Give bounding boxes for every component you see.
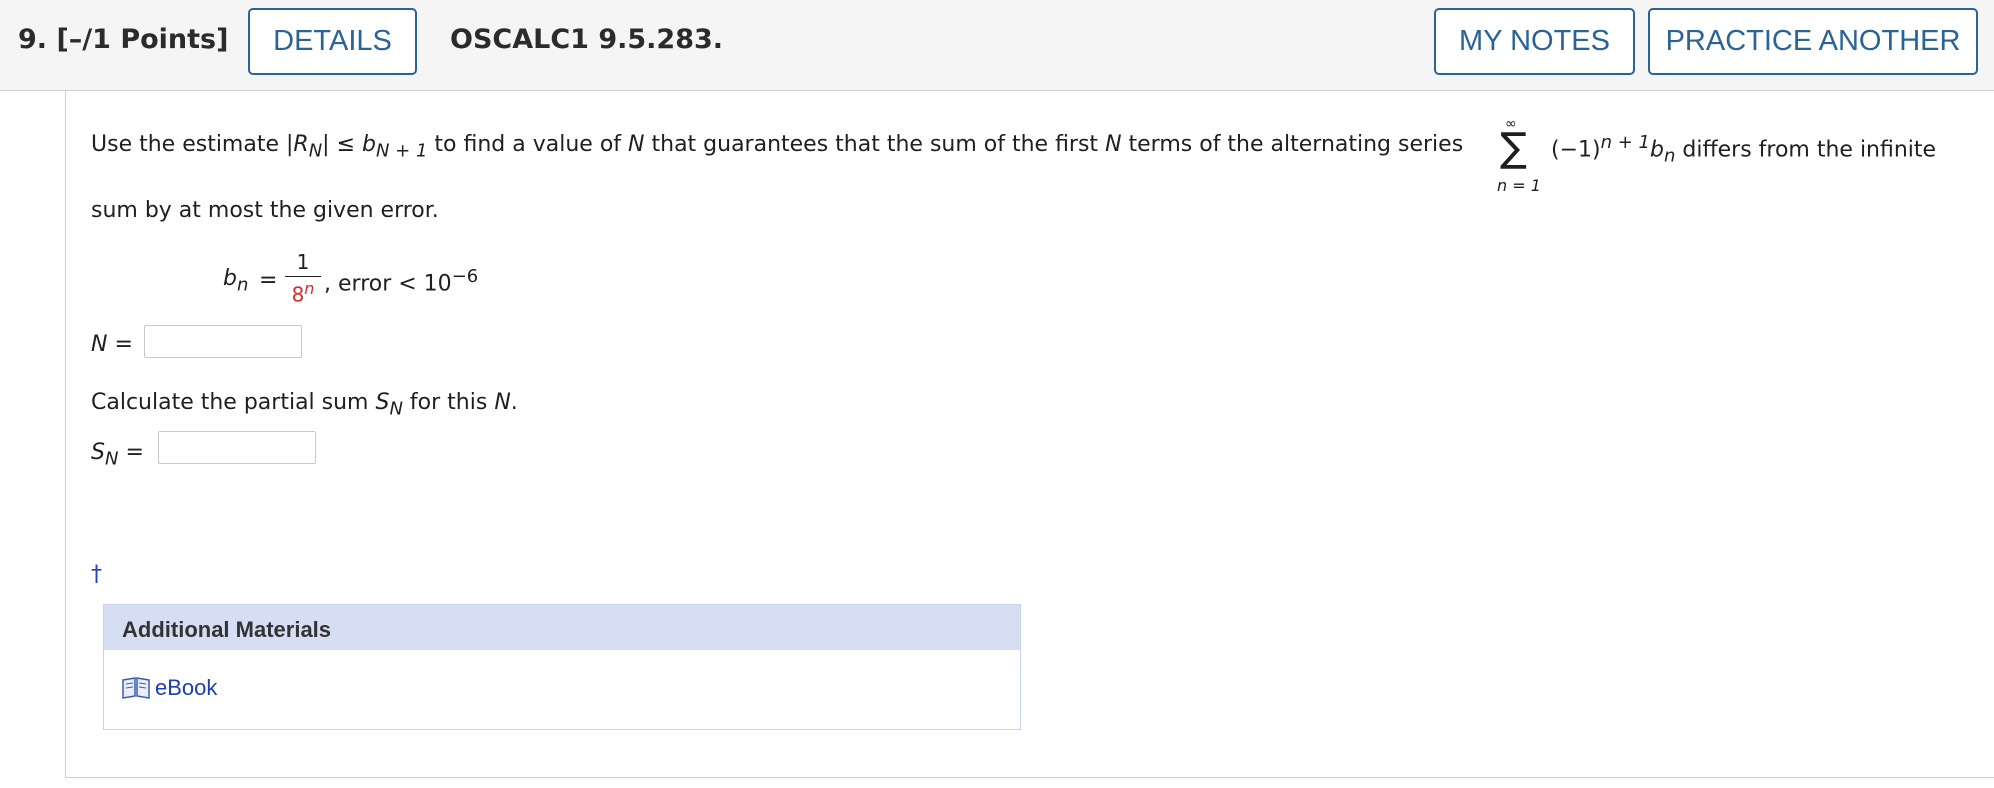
sigma-lower-limit: n = 1 xyxy=(1497,176,1541,195)
error-bound: , error < 10−6 xyxy=(324,266,479,297)
question-number: 9. [–/1 Points] xyxy=(18,24,229,55)
n-answer-input[interactable] xyxy=(144,325,302,358)
sn-answer-input[interactable] xyxy=(158,431,316,464)
series-term: (−1)n + 1bn differs from the infinite xyxy=(1551,132,1937,167)
additional-materials-title: Additional Materials xyxy=(122,617,332,642)
practice-another-button[interactable]: PRACTICE ANOTHER xyxy=(1648,8,1978,75)
details-button[interactable]: DETAILS xyxy=(248,8,417,75)
problem-line-2: sum by at most the given error. xyxy=(91,198,439,223)
additional-materials-header: Additional Materials xyxy=(104,605,1020,650)
problem-line-1: Use the estimate |RN| ≤ bN + 1 to find a… xyxy=(91,132,1464,162)
question-header: 9. [–/1 Points] DETAILS OSCALC1 9.5.283.… xyxy=(0,0,1994,91)
bn-label: bn xyxy=(223,266,249,296)
partial-sum-instruction: Calculate the partial sum SN for this N. xyxy=(91,390,518,420)
fraction-numerator: 1 xyxy=(296,250,310,274)
book-icon xyxy=(122,677,150,699)
bn-equals: = xyxy=(259,268,278,293)
sigma-symbol: ∑ xyxy=(1500,125,1527,171)
my-notes-button[interactable]: MY NOTES xyxy=(1434,8,1635,75)
fraction-bar xyxy=(285,276,321,277)
ebook-link[interactable]: eBook xyxy=(122,675,217,701)
points-label: [–/1 Points] xyxy=(56,24,229,55)
ebook-label[interactable]: eBook xyxy=(155,675,217,701)
bn-fraction: 1 8n xyxy=(285,250,321,307)
additional-materials: Additional Materials eBook xyxy=(103,604,1021,730)
question-code: OSCALC1 9.5.283. xyxy=(450,24,724,55)
sn-answer-label: SN = xyxy=(91,440,144,470)
fraction-denominator: 8n xyxy=(291,279,315,307)
n-answer-label: N = xyxy=(91,332,133,357)
dagger-marker: † xyxy=(91,562,102,587)
